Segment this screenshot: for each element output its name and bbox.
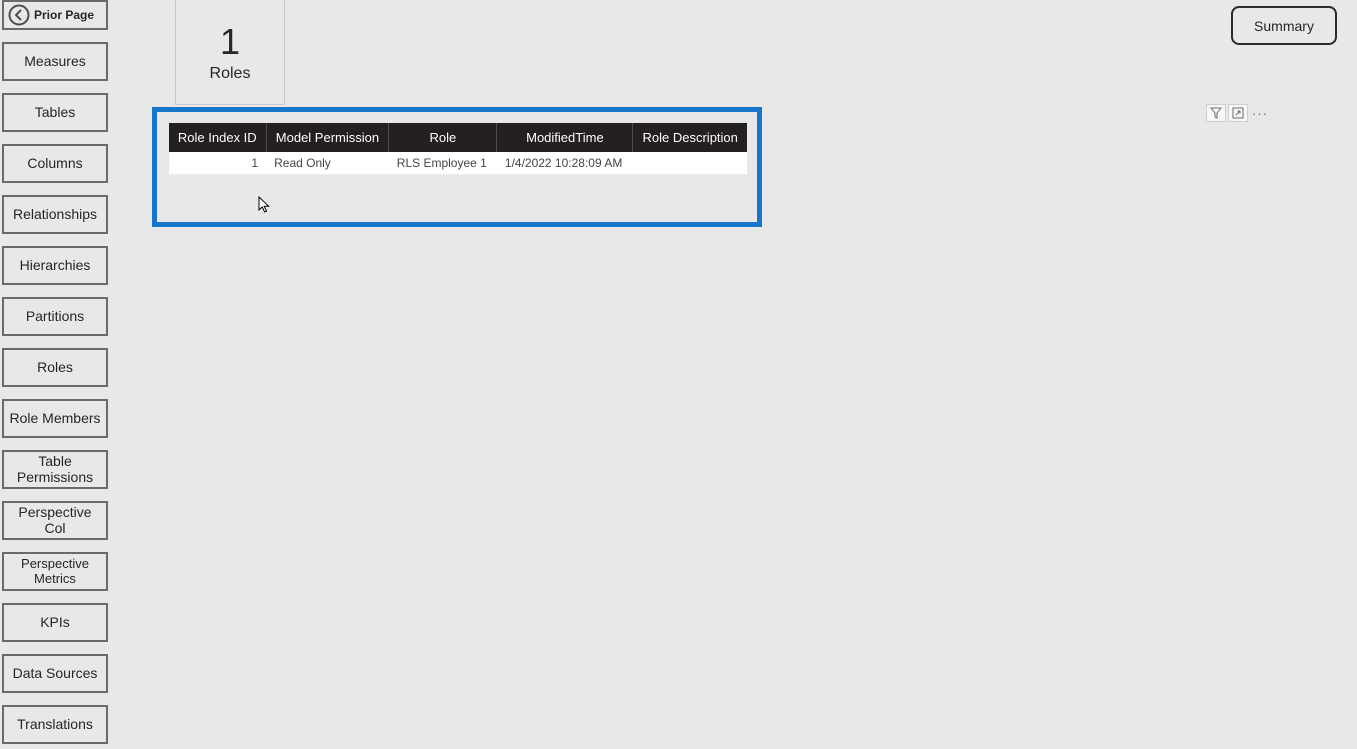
sidebar-nav: Prior Page Measures Tables Columns Relat… (2, 0, 108, 744)
table-header-row: Role Index ID Model Permission Role Modi… (169, 123, 747, 152)
col-role-description[interactable]: Role Description (633, 123, 747, 152)
roles-card: 1 Roles (175, 0, 285, 105)
nav-role-members[interactable]: Role Members (2, 399, 108, 438)
focus-mode-icon[interactable] (1228, 104, 1248, 122)
cell-role-description (633, 152, 747, 175)
col-role-index-id[interactable]: Role Index ID (169, 123, 266, 152)
more-options-icon[interactable]: ··· (1250, 104, 1270, 122)
roles-table: Role Index ID Model Permission Role Modi… (169, 123, 747, 175)
nav-kpis[interactable]: KPIs (2, 603, 108, 642)
prior-page-label: Prior Page (34, 8, 94, 22)
col-role[interactable]: Role (389, 123, 497, 152)
nav-relationships[interactable]: Relationships (2, 195, 108, 234)
nav-partitions[interactable]: Partitions (2, 297, 108, 336)
cell-modified-time: 1/4/2022 10:28:09 AM (497, 152, 633, 175)
nav-measures[interactable]: Measures (2, 42, 108, 81)
col-model-permission[interactable]: Model Permission (266, 123, 389, 152)
nav-perspective-metrics[interactable]: Perspective Metrics (2, 552, 108, 591)
roles-table-visual[interactable]: Role Index ID Model Permission Role Modi… (152, 107, 762, 227)
summary-button[interactable]: Summary (1231, 6, 1337, 45)
nav-columns[interactable]: Columns (2, 144, 108, 183)
roles-card-value: 1 (220, 21, 240, 63)
roles-card-label: Roles (210, 65, 251, 83)
nav-data-sources[interactable]: Data Sources (2, 654, 108, 693)
nav-roles[interactable]: Roles (2, 348, 108, 387)
filter-icon[interactable] (1206, 104, 1226, 122)
cell-role: RLS Employee 1 (389, 152, 497, 175)
prior-page-button[interactable]: Prior Page (2, 0, 108, 30)
nav-perspective-col[interactable]: Perspective Col (2, 501, 108, 540)
arrow-left-icon (8, 4, 30, 26)
cell-role-index-id: 1 (169, 152, 266, 175)
col-modified-time[interactable]: ModifiedTime (497, 123, 633, 152)
cell-model-permission: Read Only (266, 152, 389, 175)
nav-translations[interactable]: Translations (2, 705, 108, 744)
visual-toolbar: ··· (1206, 104, 1270, 122)
table-row[interactable]: 1 Read Only RLS Employee 1 1/4/2022 10:2… (169, 152, 747, 175)
nav-table-permissions[interactable]: Table Permissions (2, 450, 108, 489)
nav-tables[interactable]: Tables (2, 93, 108, 132)
nav-hierarchies[interactable]: Hierarchies (2, 246, 108, 285)
